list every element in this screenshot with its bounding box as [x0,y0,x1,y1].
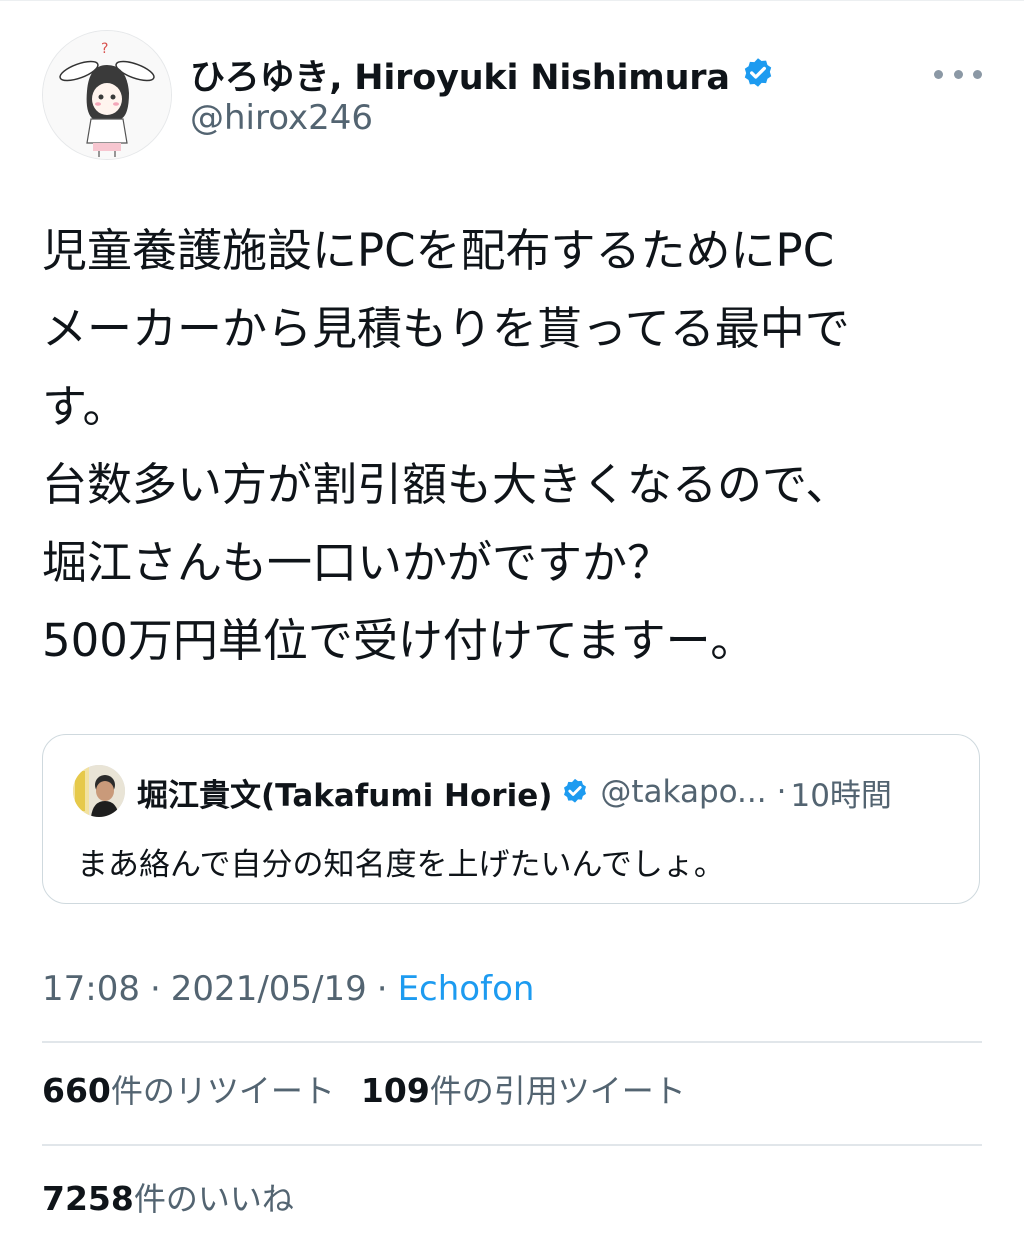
likes-stats-row: 7258 件のいいね [42,1172,320,1222]
author-display-name[interactable]: ひろゆき, Hiroyuki Nishimura [190,49,730,100]
tweet-client-link[interactable]: Echofon [398,969,535,1009]
tweet-line: 台数多い方が割引額も大きくなるので、 [42,458,851,511]
svg-text:?: ? [101,41,108,57]
more-dot [934,69,943,79]
more-dot [953,69,963,79]
separator-dot: · [776,774,787,810]
like-label: 件のいいね [133,1180,294,1218]
more-dot [973,69,982,79]
verified-badge-icon [740,56,776,92]
tweet-meta: 17:08 · 2021/05/19 · Echofon [42,964,534,1014]
quoted-tweet-header: 堀江貴文(Takafumi Horie) @takapo... · 10時間 [137,767,892,817]
author-handle[interactable]: @hirox246 [190,98,373,138]
tweet-time[interactable]: 17:08 [42,969,140,1009]
divider [42,1041,982,1043]
avatar-illustration: ? [43,31,171,159]
engagement-stats-row: 660 件のリツイート 109 件の引用ツイート [42,1064,712,1114]
tweet-text: 児童養護施設にPCを配布するためにPC メーカーから見積もりを貰ってる最中で す… [42,212,982,680]
more-options-icon[interactable] [934,58,982,90]
quoted-author-avatar[interactable] [73,765,125,817]
divider [42,1144,982,1146]
separator-dot: · [376,969,388,1009]
quoted-tweet-time[interactable]: 10時間 [790,770,891,815]
like-count: 7258 [42,1179,134,1218]
quote-label: 件の引用ツイート [429,1072,686,1110]
author-name-row[interactable]: ひろゆき, Hiroyuki Nishimura [190,50,776,98]
tweet-line: す。 [42,380,128,433]
tweet-date[interactable]: 2021/05/19 [171,969,367,1009]
author-avatar[interactable]: ? [42,30,172,160]
quoted-tweet-text: まあ絡んで自分の知名度を上げたいんでしょ。 [77,847,725,883]
tweet-line: 堀江さんも一口いかがですか？ [42,536,673,589]
separator-dot: · [149,969,161,1009]
top-divider [0,0,1024,1]
tweet-line: メーカーから見積もりを貰ってる最中で [42,302,850,355]
retweet-label: 件のリツイート [110,1072,335,1110]
quote-count-stat[interactable]: 109 件の引用ツイート [361,1066,686,1112]
retweet-count: 660 [42,1071,111,1110]
retweet-count-stat[interactable]: 660 件のリツイート [42,1066,335,1112]
tweet-line: 児童養護施設にPCを配布するためにPC [42,224,835,277]
tweet-line: 500万円単位で受け付けてますー。 [42,614,756,667]
verified-badge-icon [560,777,590,807]
quoted-avatar-photo [73,765,125,817]
quoted-author-name[interactable]: 堀江貴文(Takafumi Horie) [137,770,552,815]
like-count-stat[interactable]: 7258 件のいいね [42,1174,294,1220]
quoted-tweet-card[interactable]: 堀江貴文(Takafumi Horie) @takapo... · 10時間 ま… [42,734,980,904]
quote-count: 109 [360,1071,430,1110]
quoted-author-handle[interactable]: @takapo... [600,774,766,810]
